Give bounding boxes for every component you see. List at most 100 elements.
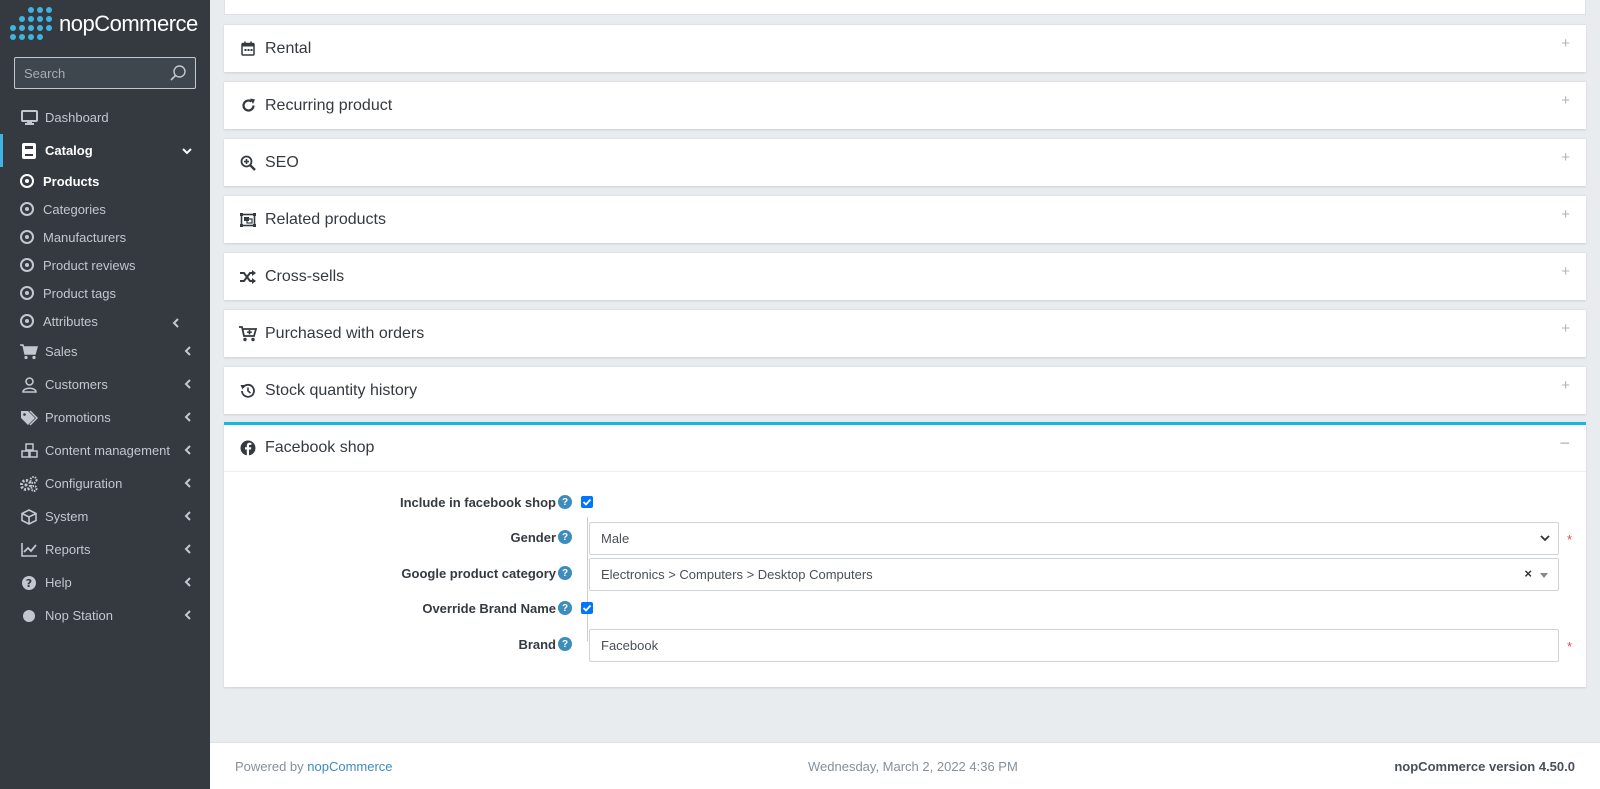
include-label: Include in facebook shop (399, 495, 556, 510)
card-title: Related products (265, 210, 386, 228)
required-asterisk: * (1567, 639, 1573, 654)
include-checkbox[interactable] (581, 496, 593, 508)
gender-label: Gender (510, 530, 556, 545)
brand-value: Facebook (601, 638, 659, 653)
expand-plus-icon[interactable]: + (1561, 263, 1570, 280)
card-stock-quantity-history[interactable]: Stock quantity history + (224, 366, 1586, 414)
sidebar-subitem-attributes[interactable]: Attributes (0, 307, 210, 335)
card-seo[interactable]: SEO + (224, 138, 1586, 186)
sidebar-subitem-manufacturers[interactable]: Manufacturers (0, 223, 210, 251)
sidebar-item-system[interactable]: System (0, 500, 210, 533)
sidebar-item-promotions[interactable]: Promotions (0, 401, 210, 434)
chevron-down-icon (1540, 535, 1550, 542)
clear-icon[interactable]: × (1524, 566, 1532, 581)
expand-plus-icon[interactable]: + (1561, 377, 1570, 394)
circle-icon (20, 607, 38, 625)
form-row-override: Override Brand Name ? (224, 593, 1586, 627)
gender-select[interactable]: Male (589, 522, 1559, 555)
help-icon[interactable]: ? (558, 495, 572, 509)
form-row-category: Google product category ? Electronics > … (224, 558, 1586, 592)
sidebar-item-nop-station[interactable]: Nop Station (0, 599, 210, 632)
sidebar-subitem-label: Products (43, 173, 100, 189)
svg-text:?: ? (26, 577, 32, 590)
chart-icon (20, 541, 38, 559)
sidebar-item-help[interactable]: ? Help (0, 566, 210, 599)
dot-circle-icon (20, 230, 34, 244)
brand-label: Brand (518, 637, 556, 652)
facebook-icon (239, 439, 257, 457)
check-icon (582, 498, 592, 506)
gender-value: Male (601, 531, 630, 546)
card-purchased-with-orders[interactable]: Purchased with orders + (224, 309, 1586, 357)
sidebar-item-label: Content management (45, 443, 171, 458)
cube-icon (20, 508, 38, 526)
sidebar-item-label: Promotions (45, 410, 111, 425)
help-icon[interactable]: ? (558, 637, 572, 651)
dot-circle-icon (20, 258, 34, 272)
search-icon[interactable] (169, 64, 187, 82)
main-content: Rental + Recurring product + SEO + Relat… (210, 0, 1600, 789)
sidebar-subitem-products[interactable]: Products (0, 167, 210, 195)
powered-by: Powered by nopCommerce (235, 759, 393, 774)
card-rental[interactable]: Rental + (224, 24, 1586, 72)
chevron-left-icon (184, 478, 191, 488)
dot-circle-icon (20, 314, 34, 328)
sidebar-item-label: Catalog (45, 143, 93, 158)
search-input[interactable] (24, 65, 164, 81)
expand-plus-icon[interactable]: + (1561, 149, 1570, 166)
expand-plus-icon[interactable]: + (1561, 35, 1570, 52)
override-checkbox[interactable] (581, 602, 593, 614)
card-title: Recurring product (265, 96, 393, 114)
panel-top-edge (224, 0, 1586, 15)
brand-input[interactable]: Facebook (589, 629, 1559, 662)
calendar-icon (239, 40, 257, 58)
card-cross-sells[interactable]: Cross-sells + (224, 252, 1586, 300)
sidebar-item-label: Sales (45, 344, 78, 359)
sidebar-item-content-management[interactable]: Content management (0, 434, 210, 467)
expand-plus-icon[interactable]: + (1561, 206, 1570, 223)
form-row-include: Include in facebook shop ? (224, 487, 1586, 521)
help-icon[interactable]: ? (558, 530, 572, 544)
footer-datetime: Wednesday, March 2, 2022 4:36 PM (808, 759, 1018, 774)
caret-down-icon[interactable] (1540, 573, 1548, 578)
nopcommerce-logo-icon (10, 7, 53, 41)
sidebar-subitem-label: Manufacturers (43, 229, 127, 245)
monitor-icon (20, 109, 38, 127)
sidebar-subitem-label: Product reviews (43, 257, 136, 273)
chevron-down-icon (182, 148, 192, 155)
sidebar-item-sales[interactable]: Sales (0, 335, 210, 368)
category-value: Electronics > Computers > Desktop Comput… (601, 567, 873, 582)
sidebar-item-configuration[interactable]: Configuration (0, 467, 210, 500)
card-title: Purchased with orders (265, 324, 425, 342)
chevron-left-icon (184, 346, 191, 356)
category-select[interactable]: Electronics > Computers > Desktop Comput… (589, 558, 1559, 591)
sidebar-subitem-product-tags[interactable]: Product tags (0, 279, 210, 307)
expand-plus-icon[interactable]: + (1561, 320, 1570, 337)
form-row-gender: Gender ? Male * (224, 522, 1586, 556)
help-icon[interactable]: ? (558, 601, 572, 615)
book-icon (20, 142, 38, 160)
sidebar-item-reports[interactable]: Reports (0, 533, 210, 566)
help-icon[interactable]: ? (558, 566, 572, 580)
sidebar-item-label: System (45, 509, 89, 524)
sidebar-item-label: Reports (45, 542, 91, 557)
nopcommerce-link[interactable]: nopCommerce (307, 759, 392, 774)
sidebar-item-catalog[interactable]: Catalog (0, 134, 210, 167)
sidebar-subitem-categories[interactable]: Categories (0, 195, 210, 223)
collapse-minus-icon[interactable]: − (1559, 433, 1570, 454)
sidebar-subitem-product-reviews[interactable]: Product reviews (0, 251, 210, 279)
card-header[interactable]: Facebook shop − (224, 425, 1586, 472)
dot-circle-icon (20, 286, 34, 300)
search-plus-icon (239, 154, 257, 172)
sidebar-item-customers[interactable]: Customers (0, 368, 210, 401)
card-recurring-product[interactable]: Recurring product + (224, 81, 1586, 129)
expand-plus-icon[interactable]: + (1561, 92, 1570, 109)
footer-version: nopCommerce version 4.50.0 (1394, 759, 1575, 774)
sidebar-nav: Dashboard Catalog Products Categories Ma… (0, 101, 210, 632)
card-related-products[interactable]: Related products + (224, 195, 1586, 243)
sidebar-item-dashboard[interactable]: Dashboard (0, 101, 210, 134)
form-row-brand: Brand ? Facebook * (224, 629, 1586, 663)
card-facebook-shop: Facebook shop − Include in facebook shop… (224, 422, 1586, 687)
brand-logo[interactable]: nopCommerce (0, 0, 210, 48)
card-title: Facebook shop (265, 439, 375, 456)
